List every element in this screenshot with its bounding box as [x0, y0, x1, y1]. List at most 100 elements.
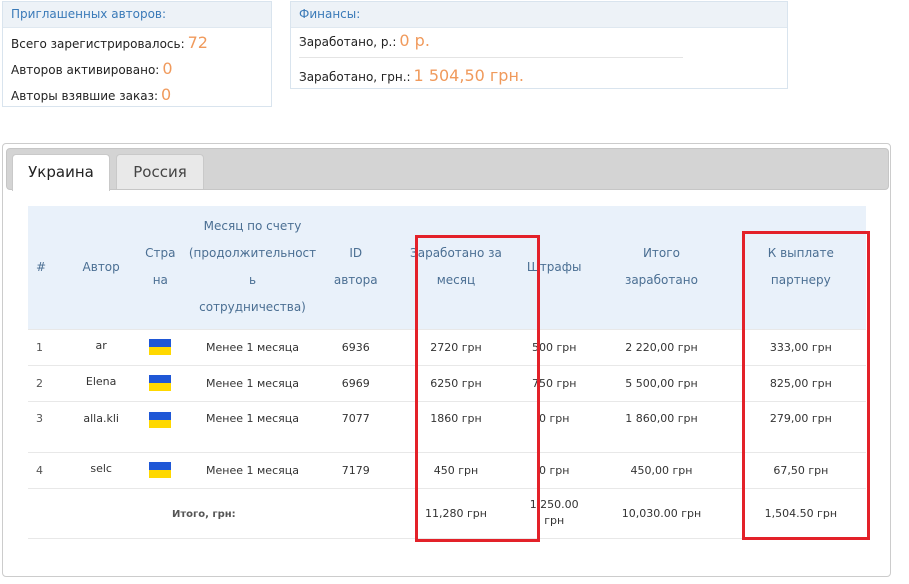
- row-earned: 1860 грн: [390, 400, 522, 453]
- totals-payout: 1,504.50 грн: [735, 487, 866, 539]
- row-fines: 0 грн: [521, 451, 588, 489]
- col-country-line-2: на: [152, 273, 168, 288]
- row-payout: 279,00 грн: [735, 400, 866, 453]
- row-number: 2: [28, 364, 67, 402]
- row-month: Менее 1 месяца: [184, 400, 321, 453]
- row-country: [136, 400, 185, 453]
- totals-fines: 1,250.00 грн: [521, 487, 588, 539]
- author-name[interactable]: alla.kli: [83, 412, 119, 425]
- row-country: [136, 451, 185, 489]
- row-author[interactable]: ar: [66, 328, 137, 366]
- row-country: [136, 364, 185, 402]
- row-country: [136, 328, 185, 366]
- col-number-header: #: [28, 206, 67, 329]
- row-earned: 450 грн: [390, 451, 522, 489]
- row-author-id: 6969: [320, 364, 391, 402]
- col-total-line-2: заработано: [624, 273, 698, 288]
- col-month-line-3: ь: [248, 273, 257, 288]
- table-row[interactable]: 1 ar Менее 1 месяца 6936 2720 грн 500 гр…: [28, 328, 866, 366]
- col-author-header: Автор: [66, 206, 137, 329]
- finance-panel: Финансы: Заработано, р.: 0 р. Заработано,…: [290, 1, 788, 89]
- row-payout: 825,00 грн: [735, 364, 866, 402]
- author-name[interactable]: Elena: [86, 375, 117, 388]
- finance-divider: [299, 57, 683, 58]
- col-earned-line-1: Заработано за: [410, 246, 502, 261]
- row-author-id: 6936: [320, 328, 391, 366]
- row-author-id: 7179: [320, 451, 391, 489]
- row-earned: 2720 грн: [390, 328, 522, 366]
- row-month: Менее 1 месяца: [184, 451, 321, 489]
- col-id-line-1: ID: [349, 246, 363, 261]
- col-payout-line-2: партнеру: [770, 273, 831, 288]
- row-author[interactable]: alla.kli: [66, 400, 137, 453]
- totals-label-cell: Итого, грн:: [28, 487, 321, 539]
- col-payout-line-1: К выплате: [767, 246, 834, 261]
- row-fines: 500 грн: [521, 328, 588, 366]
- country-tabs-container: Украина Россия # Автор Стра на Месяц по …: [2, 143, 891, 577]
- row-fines: 0 грн: [521, 400, 588, 453]
- totals-label: Итого, грн:: [171, 508, 236, 520]
- row-author[interactable]: Elena: [66, 364, 137, 402]
- col-total-header: Итого заработано: [587, 206, 736, 329]
- finance-title: Финансы:: [291, 2, 787, 28]
- took-order-value: 0: [161, 85, 172, 104]
- totals-id-empty: [320, 487, 391, 539]
- col-month-line-2: (продолжительност: [188, 246, 317, 261]
- col-earned-header: Заработано за месяц: [390, 206, 522, 329]
- row-payout: 67,50 грн: [735, 451, 866, 489]
- earned-uah-value: 1 504,50 грн.: [413, 66, 524, 85]
- table-row[interactable]: 3 alla.kli Менее 1 месяца 7077 1860 грн …: [28, 400, 866, 453]
- earned-rub-label: Заработано, р.:: [299, 35, 397, 49]
- totals-total: 10,030.00 грн: [587, 487, 736, 539]
- ukraine-flag-icon: [149, 462, 172, 478]
- earned-rub-value: 0 р.: [399, 31, 430, 50]
- totals-fines-value: 1,250.00 грн: [529, 498, 579, 527]
- row-earned: 6250 грн: [390, 364, 522, 402]
- row-month: Менее 1 месяца: [184, 364, 321, 402]
- row-number: 4: [28, 451, 67, 489]
- registered-value: 72: [187, 33, 208, 52]
- totals-row: Итого, грн: 11,280 грн 1,250.00 грн 10,0…: [28, 487, 866, 539]
- col-fines-header: Штрафы: [521, 206, 588, 329]
- earned-uah-row: Заработано, грн.: 1 504,50 грн.: [299, 66, 524, 85]
- row-total: 2 220,00 грн: [587, 328, 736, 366]
- col-month-line-1: Месяц по счету: [203, 219, 302, 234]
- author-name[interactable]: selc: [90, 462, 112, 475]
- row-total: 1 860,00 грн: [587, 400, 736, 453]
- took-order-count-row: Авторы взявшие заказ: 0: [11, 85, 171, 104]
- row-number: 3: [28, 400, 67, 453]
- registered-label: Всего зарегистрировалось:: [11, 37, 185, 51]
- row-author[interactable]: selc: [66, 451, 137, 489]
- col-id-line-2: автора: [333, 273, 378, 288]
- row-fines: 750 грн: [521, 364, 588, 402]
- col-payout-header: К выплате партнеру: [735, 206, 866, 329]
- table-header-row: # Автор Стра на Месяц по счету (продолжи…: [28, 206, 866, 329]
- registered-count-row: Всего зарегистрировалось: 72: [11, 33, 208, 52]
- row-number: 1: [28, 328, 67, 366]
- earned-rub-row: Заработано, р.: 0 р.: [299, 31, 430, 50]
- tab-ukraine[interactable]: Украина: [12, 154, 110, 191]
- activated-value: 0: [162, 59, 173, 78]
- earned-uah-label: Заработано, грн.:: [299, 70, 411, 84]
- row-total: 5 500,00 грн: [587, 364, 736, 402]
- ukraine-flag-icon: [149, 339, 172, 355]
- col-month-header: Месяц по счету (продолжительност ь сотру…: [184, 206, 321, 329]
- activated-label: Авторов активировано:: [11, 63, 160, 77]
- row-total: 450,00 грн: [587, 451, 736, 489]
- row-month: Менее 1 месяца: [184, 328, 321, 366]
- referrals-table: # Автор Стра на Месяц по счету (продолжи…: [28, 206, 866, 539]
- tabs-bar: Украина Россия: [6, 148, 889, 191]
- totals-earned: 11,280 грн: [390, 487, 522, 539]
- ukraine-flag-icon: [149, 375, 172, 391]
- invited-authors-title: Приглашенных авторов:: [3, 2, 271, 28]
- invited-authors-panel: Приглашенных авторов: Всего зарегистриро…: [2, 1, 272, 107]
- row-payout: 333,00 грн: [735, 328, 866, 366]
- table-row[interactable]: 2 Elena Менее 1 месяца 6969 6250 грн 750…: [28, 364, 866, 402]
- tab-russia[interactable]: Россия: [116, 154, 204, 189]
- took-order-label: Авторы взявшие заказ:: [11, 89, 158, 103]
- col-id-header: ID автора: [320, 206, 391, 329]
- table-row[interactable]: 4 selc Менее 1 месяца 7179 450 грн 0 грн…: [28, 451, 866, 489]
- col-country-line-1: Стра: [145, 246, 176, 261]
- author-name[interactable]: ar: [96, 339, 107, 352]
- col-total-line-1: Итого: [642, 246, 680, 261]
